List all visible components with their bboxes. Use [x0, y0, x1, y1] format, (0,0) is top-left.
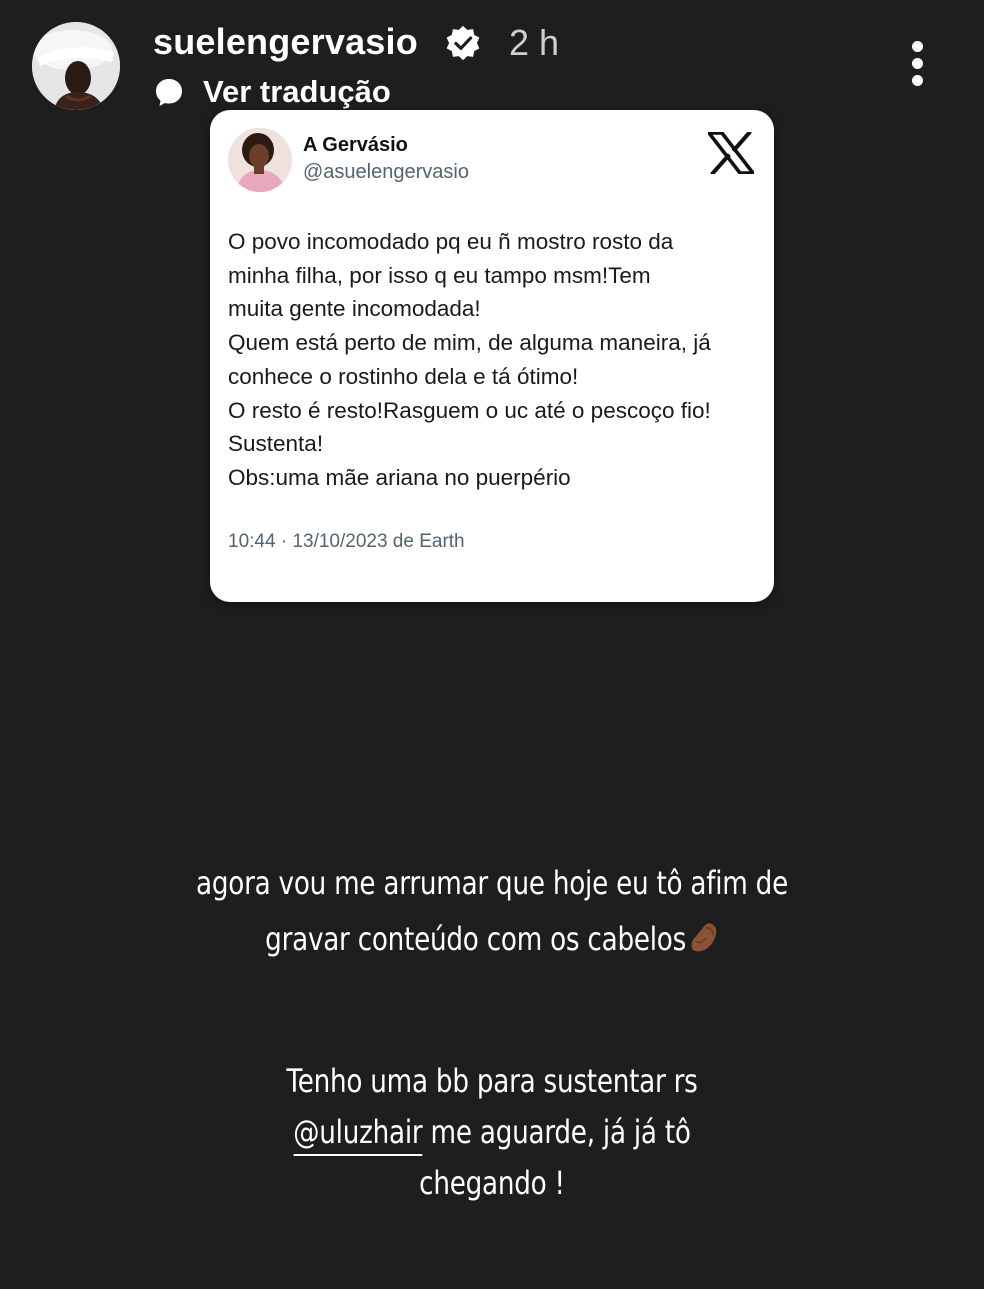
tweet-timestamp: 10:44 · 13/10/2023 de Earth — [228, 531, 465, 552]
caption-line: agora vou me arrumar que hoje eu tô afim… — [196, 864, 788, 902]
see-translation-button[interactable]: Ver tradução — [153, 72, 391, 112]
pinched-fingers-emoji-icon — [691, 923, 716, 952]
caption-line-with-mention: @uluzhair me aguarde, já já tô — [89, 1107, 896, 1158]
tweet-body: O povo incomodado pq eu ñ mostro rosto d… — [228, 225, 758, 495]
tweet-line: Quem está perto de mim, de alguma maneir… — [228, 330, 711, 356]
tweet-line: O povo incomodado pq eu ñ mostro rosto d… — [228, 229, 674, 254]
caption-line-text: gravar conteúdo com os cabelos — [265, 920, 687, 958]
tweet-line: Obs:uma mãe ariana no puerpério — [228, 464, 571, 490]
speech-bubble-icon — [156, 79, 182, 106]
tweet-line: conhece o rostinho dela e tá ótimo! — [228, 363, 579, 389]
story-caption-2: Tenho uma bb para sustentar rs @uluzhair… — [89, 1056, 896, 1209]
tweet-author-handle: @asuelengervasio — [303, 161, 469, 183]
tweet-author-name: A Gervásio — [303, 134, 408, 156]
tweet-line: O resto é resto!Rasguem o uc até o pesco… — [228, 397, 711, 423]
caption-line: chegando ! — [419, 1164, 565, 1202]
story-caption-1: agora vou me arrumar que hoje eu tô afim… — [89, 855, 896, 967]
caption-line-with-emoji: gravar conteúdo com os cabelos — [89, 911, 896, 967]
caption-line: Tenho uma bb para sustentar rs — [286, 1062, 698, 1100]
more-vertical-icon[interactable] — [900, 38, 936, 88]
tweet-author-avatar — [228, 128, 292, 192]
caption-line-text: me aguarde, já já tô — [422, 1113, 691, 1151]
profile-avatar[interactable] — [32, 22, 120, 110]
avatar-photo — [32, 22, 120, 110]
tweet-line: Sustenta! — [228, 431, 324, 457]
mention-link[interactable]: @uluzhair — [293, 1113, 423, 1156]
tweet-card: A Gervásio @asuelengervasio O povo incom… — [210, 110, 774, 602]
see-translation-label: Ver tradução — [203, 74, 391, 109]
tweet-line: muita gente incomodada! — [228, 296, 481, 322]
username[interactable]: suelengervasio — [153, 20, 418, 64]
verified-badge-icon — [446, 25, 480, 61]
post-time: 2 h — [509, 22, 560, 63]
x-logo-icon — [708, 132, 754, 174]
tweet-line: minha filha, por isso q eu tampo msm!Tem — [228, 262, 651, 288]
